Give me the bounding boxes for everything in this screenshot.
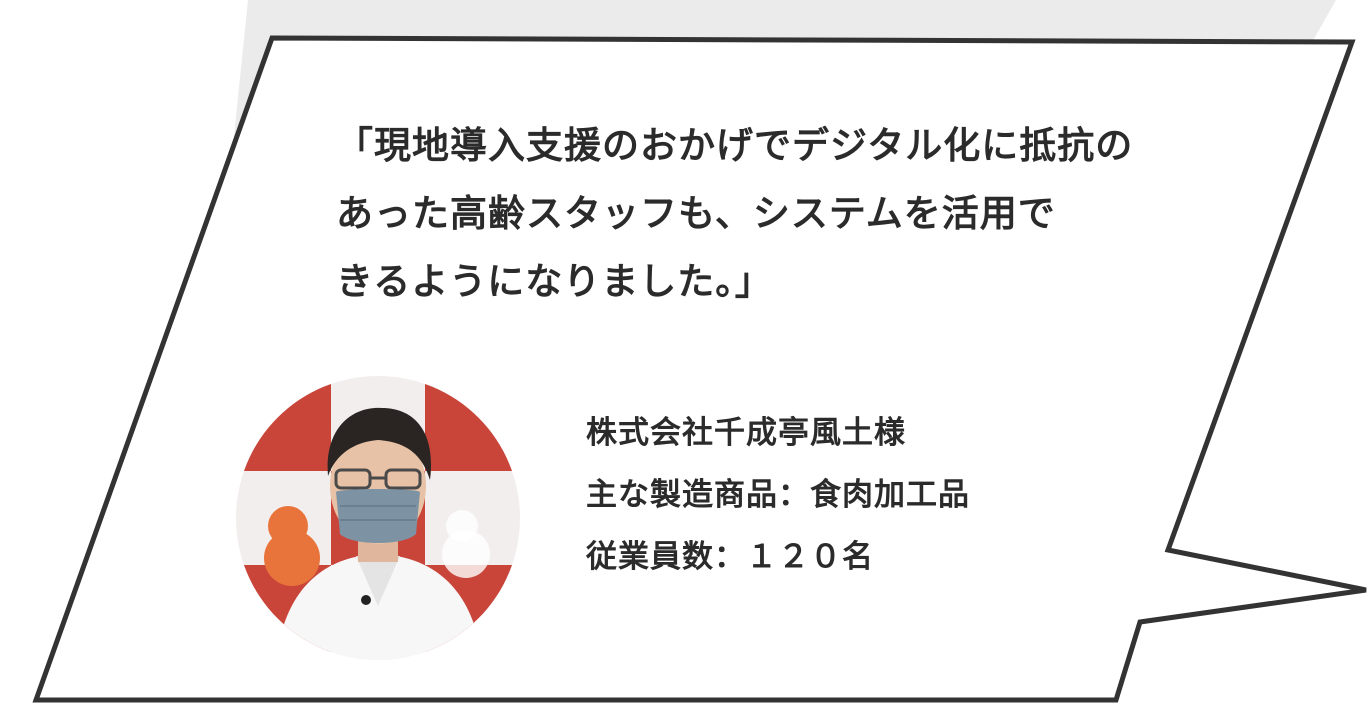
- quote-line-2: あった高齢スタッフも、システムを活用で: [336, 192, 1056, 235]
- speech-bubble: [32, 0, 1367, 703]
- company-name: 株式会社千成亭風土様: [586, 415, 906, 451]
- testimonial-card: 「現地導入支援のおかげでデジタル化に抵抗の あった高齢スタッフも、システムを活用…: [0, 0, 1370, 705]
- testimonial-quote: 「現地導入支援のおかげでデジタル化に抵抗の あった高齢スタッフも、システムを活用…: [336, 112, 1256, 316]
- avatar-illustration: [236, 376, 520, 660]
- person-photo-icon: [236, 376, 520, 660]
- quote-line-3: きるようになりました。」: [336, 260, 773, 303]
- company-products: 主な製造商品：食肉加工品: [586, 477, 970, 513]
- company-employees: 従業員数：１２０名: [586, 539, 874, 575]
- quote-line-1: 「現地導入支援のおかげでデジタル化に抵抗の: [336, 124, 1134, 167]
- company-info: 株式会社千成亭風土様 主な製造商品：食肉加工品 従業員数：１２０名: [586, 402, 970, 588]
